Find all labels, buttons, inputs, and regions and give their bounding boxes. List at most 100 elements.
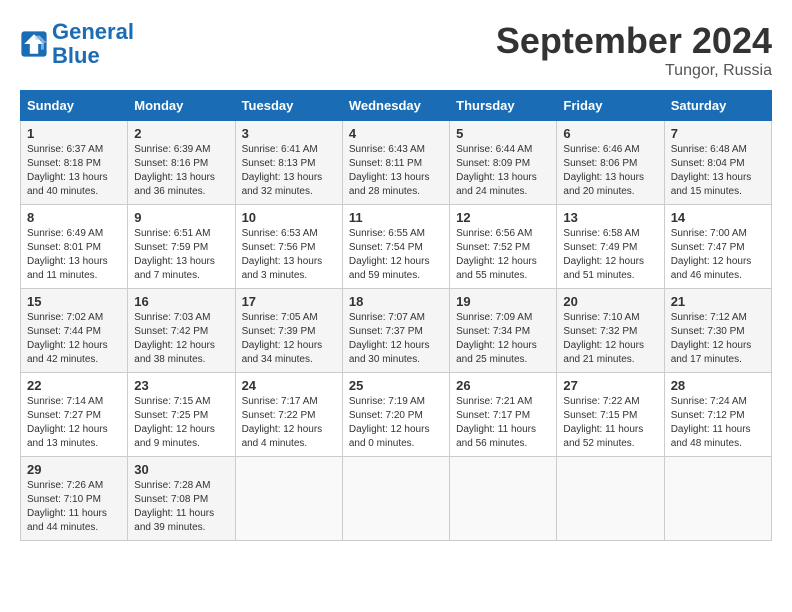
calendar-cell: 2 Sunrise: 6:39 AM Sunset: 8:16 PM Daylig…: [128, 121, 235, 205]
calendar-cell: 27Sunrise: 7:22 AM Sunset: 7:15 PM Dayli…: [557, 373, 664, 457]
header-monday: Monday: [128, 91, 235, 121]
calendar-cell: 20 Sunrise: 7:10 AM Sunset: 7:32 PM Dayli…: [557, 289, 664, 373]
header-saturday: Saturday: [664, 91, 771, 121]
calendar-cell: 23Sunrise: 7:15 AM Sunset: 7:25 PM Dayli…: [128, 373, 235, 457]
day-info: Sunrise: 7:14 AM Sunset: 7:27 PM Dayligh…: [27, 395, 121, 451]
day-number: 23: [134, 378, 228, 393]
calendar-cell: 15 Sunrise: 7:02 AM Sunset: 7:44 PM Dayli…: [21, 289, 128, 373]
day-info: Sunrise: 7:26 AM Sunset: 7:10 PM Dayligh…: [27, 479, 121, 535]
day-info: Sunrise: 6:58 AM Sunset: 7:49 PM Dayligh…: [563, 227, 657, 283]
day-info: Sunrise: 7:12 AM Sunset: 7:30 PM Dayligh…: [671, 311, 765, 367]
day-info: Sunrise: 6:39 AM Sunset: 8:16 PM Dayligh…: [134, 143, 228, 199]
day-info: Sunrise: 7:22 AM Sunset: 7:15 PM Dayligh…: [563, 395, 657, 451]
day-number: 15: [27, 294, 121, 309]
day-info: Sunrise: 7:02 AM Sunset: 7:44 PM Dayligh…: [27, 311, 121, 367]
calendar-cell: 11Sunrise: 6:55 AM Sunset: 7:54 PM Dayli…: [342, 205, 449, 289]
calendar-cell: 25Sunrise: 7:19 AM Sunset: 7:20 PM Dayli…: [342, 373, 449, 457]
day-number: 16: [134, 294, 228, 309]
day-info: Sunrise: 6:41 AM Sunset: 8:13 PM Dayligh…: [242, 143, 336, 199]
day-info: Sunrise: 6:53 AM Sunset: 7:56 PM Dayligh…: [242, 227, 336, 283]
day-info: Sunrise: 7:09 AM Sunset: 7:34 PM Dayligh…: [456, 311, 550, 367]
calendar-cell: 7 Sunrise: 6:48 AM Sunset: 8:04 PM Daylig…: [664, 121, 771, 205]
calendar-cell: 30 Sunrise: 7:28 AM Sunset: 7:08 PM Dayli…: [128, 457, 235, 541]
day-info: Sunrise: 7:19 AM Sunset: 7:20 PM Dayligh…: [349, 395, 443, 451]
day-number: 20: [563, 294, 657, 309]
day-number: 21: [671, 294, 765, 309]
day-number: 19: [456, 294, 550, 309]
header-wednesday: Wednesday: [342, 91, 449, 121]
day-number: 3: [242, 126, 336, 141]
calendar-cell: 12 Sunrise: 6:56 AM Sunset: 7:52 PM Dayli…: [450, 205, 557, 289]
calendar-cell: 17 Sunrise: 7:05 AM Sunset: 7:39 PM Dayli…: [235, 289, 342, 373]
calendar-cell: [235, 457, 342, 541]
calendar-cell: 5 Sunrise: 6:44 AM Sunset: 8:09 PM Daylig…: [450, 121, 557, 205]
calendar-cell: 22 Sunrise: 7:14 AM Sunset: 7:27 PM Dayli…: [21, 373, 128, 457]
header-friday: Friday: [557, 91, 664, 121]
day-number: 14: [671, 210, 765, 225]
day-info: Sunrise: 7:17 AM Sunset: 7:22 PM Dayligh…: [242, 395, 336, 451]
calendar-cell: [557, 457, 664, 541]
calendar-cell: 8 Sunrise: 6:49 AM Sunset: 8:01 PM Daylig…: [21, 205, 128, 289]
day-number: 26: [456, 378, 550, 393]
day-number: 17: [242, 294, 336, 309]
calendar-cell: 9Sunrise: 6:51 AM Sunset: 7:59 PM Daylig…: [128, 205, 235, 289]
day-info: Sunrise: 7:21 AM Sunset: 7:17 PM Dayligh…: [456, 395, 550, 451]
calendar-cell: 24 Sunrise: 7:17 AM Sunset: 7:22 PM Dayli…: [235, 373, 342, 457]
calendar-cell: [664, 457, 771, 541]
day-number: 10: [242, 210, 336, 225]
day-info: Sunrise: 7:00 AM Sunset: 7:47 PM Dayligh…: [671, 227, 765, 283]
day-info: Sunrise: 6:48 AM Sunset: 8:04 PM Dayligh…: [671, 143, 765, 199]
day-info: Sunrise: 6:46 AM Sunset: 8:06 PM Dayligh…: [563, 143, 657, 199]
header-thursday: Thursday: [450, 91, 557, 121]
day-number: 6: [563, 126, 657, 141]
day-info: Sunrise: 6:44 AM Sunset: 8:09 PM Dayligh…: [456, 143, 550, 199]
day-info: Sunrise: 6:51 AM Sunset: 7:59 PM Dayligh…: [134, 227, 228, 283]
calendar-cell: 16 Sunrise: 7:03 AM Sunset: 7:42 PM Dayli…: [128, 289, 235, 373]
day-number: 30: [134, 462, 228, 477]
calendar-cell: 29Sunrise: 7:26 AM Sunset: 7:10 PM Dayli…: [21, 457, 128, 541]
day-info: Sunrise: 7:10 AM Sunset: 7:32 PM Dayligh…: [563, 311, 657, 367]
day-number: 18: [349, 294, 443, 309]
calendar-cell: [450, 457, 557, 541]
calendar-week-2: 8 Sunrise: 6:49 AM Sunset: 8:01 PM Daylig…: [21, 205, 772, 289]
day-number: 22: [27, 378, 121, 393]
day-info: Sunrise: 7:05 AM Sunset: 7:39 PM Dayligh…: [242, 311, 336, 367]
header-tuesday: Tuesday: [235, 91, 342, 121]
calendar-cell: 18Sunrise: 7:07 AM Sunset: 7:37 PM Dayli…: [342, 289, 449, 373]
day-info: Sunrise: 7:28 AM Sunset: 7:08 PM Dayligh…: [134, 479, 228, 535]
day-number: 1: [27, 126, 121, 141]
calendar-cell: 6 Sunrise: 6:46 AM Sunset: 8:06 PM Daylig…: [557, 121, 664, 205]
calendar-header-row: SundayMondayTuesdayWednesdayThursdayFrid…: [21, 91, 772, 121]
day-info: Sunrise: 7:03 AM Sunset: 7:42 PM Dayligh…: [134, 311, 228, 367]
day-number: 2: [134, 126, 228, 141]
calendar-cell: 13 Sunrise: 6:58 AM Sunset: 7:49 PM Dayli…: [557, 205, 664, 289]
day-number: 5: [456, 126, 550, 141]
day-info: Sunrise: 6:56 AM Sunset: 7:52 PM Dayligh…: [456, 227, 550, 283]
day-number: 7: [671, 126, 765, 141]
calendar-cell: 28Sunrise: 7:24 AM Sunset: 7:12 PM Dayli…: [664, 373, 771, 457]
calendar-week-3: 15 Sunrise: 7:02 AM Sunset: 7:44 PM Dayli…: [21, 289, 772, 373]
logo: General Blue: [20, 20, 134, 68]
day-number: 12: [456, 210, 550, 225]
calendar-cell: 19 Sunrise: 7:09 AM Sunset: 7:34 PM Dayli…: [450, 289, 557, 373]
calendar-cell: 3 Sunrise: 6:41 AM Sunset: 8:13 PM Daylig…: [235, 121, 342, 205]
day-number: 28: [671, 378, 765, 393]
day-number: 24: [242, 378, 336, 393]
day-number: 11: [349, 210, 443, 225]
calendar-week-5: 29Sunrise: 7:26 AM Sunset: 7:10 PM Dayli…: [21, 457, 772, 541]
page-header: General Blue September 2024 Tungor, Russ…: [20, 20, 772, 80]
location: Tungor, Russia: [496, 62, 772, 80]
calendar-cell: 4Sunrise: 6:43 AM Sunset: 8:11 PM Daylig…: [342, 121, 449, 205]
logo-icon: [20, 30, 48, 58]
header-sunday: Sunday: [21, 91, 128, 121]
month-title: September 2024: [496, 20, 772, 62]
calendar-table: SundayMondayTuesdayWednesdayThursdayFrid…: [20, 90, 772, 541]
calendar-cell: 14 Sunrise: 7:00 AM Sunset: 7:47 PM Dayli…: [664, 205, 771, 289]
calendar-cell: 1 Sunrise: 6:37 AM Sunset: 8:18 PM Daylig…: [21, 121, 128, 205]
day-number: 13: [563, 210, 657, 225]
calendar-cell: 21 Sunrise: 7:12 AM Sunset: 7:30 PM Dayli…: [664, 289, 771, 373]
day-info: Sunrise: 6:49 AM Sunset: 8:01 PM Dayligh…: [27, 227, 121, 283]
day-info: Sunrise: 6:37 AM Sunset: 8:18 PM Dayligh…: [27, 143, 121, 199]
title-block: September 2024 Tungor, Russia: [496, 20, 772, 80]
day-number: 8: [27, 210, 121, 225]
